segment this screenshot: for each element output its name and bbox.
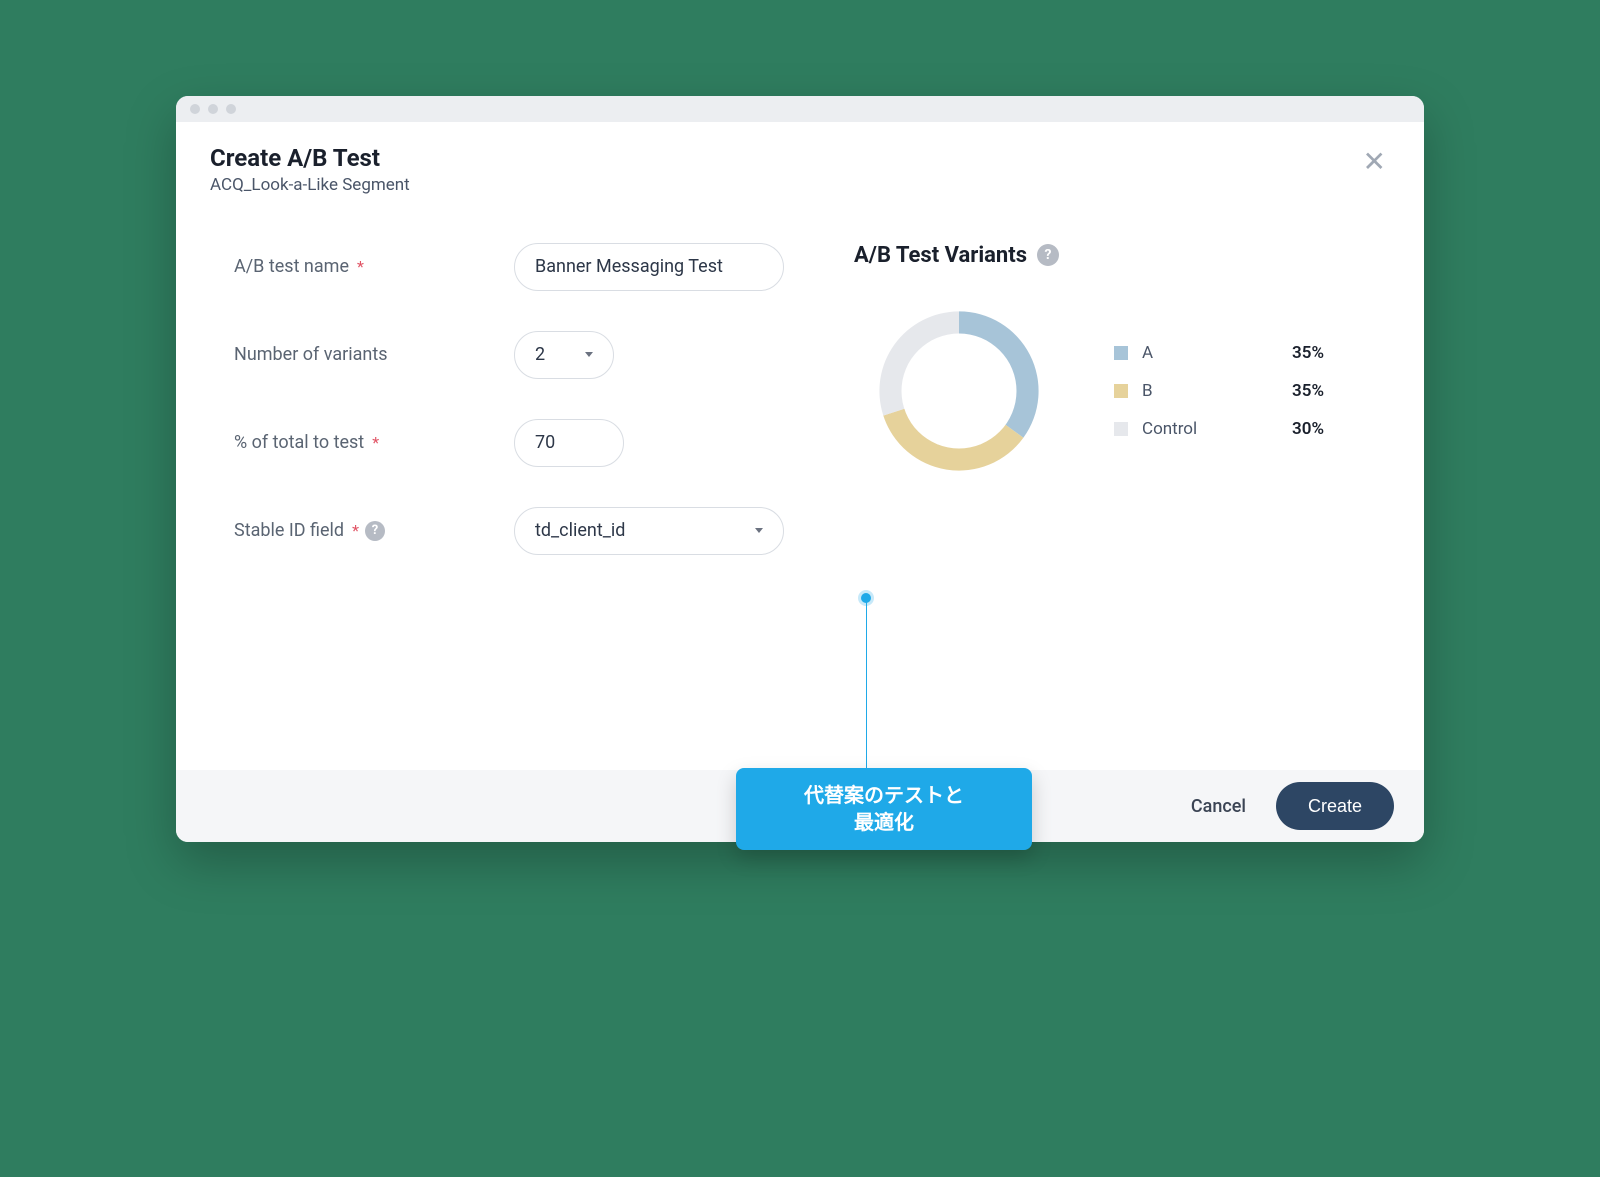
close-icon[interactable]: ✕: [1359, 144, 1390, 180]
percent-input[interactable]: 70: [514, 419, 624, 467]
variants-legend: A 35% B 35% Control 30%: [1114, 343, 1324, 439]
label-test-name: A/B test name*: [234, 256, 514, 277]
legend-name: A: [1142, 343, 1278, 363]
legend-percent: 30%: [1292, 419, 1324, 439]
form: A/B test name* Banner Messaging Test Num…: [234, 243, 814, 595]
required-marker: *: [372, 433, 379, 452]
legend-swatch: [1114, 346, 1128, 360]
modal-title: Create A/B Test: [210, 144, 410, 173]
legend-row: A 35%: [1114, 343, 1324, 363]
label-stable-id: Stable ID field* ?: [234, 520, 514, 541]
variants-value: 2: [535, 344, 545, 365]
legend-row: B 35%: [1114, 381, 1324, 401]
help-icon[interactable]: ?: [1037, 244, 1059, 266]
legend-percent: 35%: [1292, 343, 1324, 363]
variants-title: A/B Test Variants ?: [854, 243, 1390, 268]
legend-swatch: [1114, 384, 1128, 398]
legend-name: B: [1142, 381, 1278, 401]
stable-id-select[interactable]: td_client_id: [514, 507, 784, 555]
annotation-line: [866, 602, 867, 794]
chevron-down-icon: [755, 528, 763, 533]
modal-window: Create A/B Test ACQ_Look-a-Like Segment …: [176, 96, 1424, 842]
required-marker: *: [352, 521, 359, 540]
label-variants: Number of variants: [234, 344, 514, 365]
legend-percent: 35%: [1292, 381, 1324, 401]
chevron-down-icon: [585, 352, 593, 357]
label-percent: % of total to test*: [234, 432, 514, 453]
modal-subtitle: ACQ_Look-a-Like Segment: [210, 175, 410, 195]
help-icon[interactable]: ?: [365, 521, 385, 541]
variants-select[interactable]: 2: [514, 331, 614, 379]
window-dot: [226, 104, 236, 114]
legend-name: Control: [1142, 419, 1278, 439]
test-name-input[interactable]: Banner Messaging Test: [514, 243, 784, 291]
window-dot: [208, 104, 218, 114]
percent-value: 70: [535, 432, 555, 453]
test-name-value: Banner Messaging Test: [535, 256, 723, 277]
annotation-callout: 代替案のテストと最適化: [736, 768, 1032, 850]
window-titlebar: [176, 96, 1424, 122]
stable-id-value: td_client_id: [535, 520, 625, 541]
variants-donut-chart: [854, 286, 1064, 496]
window-dot: [190, 104, 200, 114]
legend-row: Control 30%: [1114, 419, 1324, 439]
legend-swatch: [1114, 422, 1128, 436]
create-button[interactable]: Create: [1276, 782, 1394, 830]
required-marker: *: [357, 257, 364, 276]
cancel-button[interactable]: Cancel: [1191, 796, 1246, 817]
